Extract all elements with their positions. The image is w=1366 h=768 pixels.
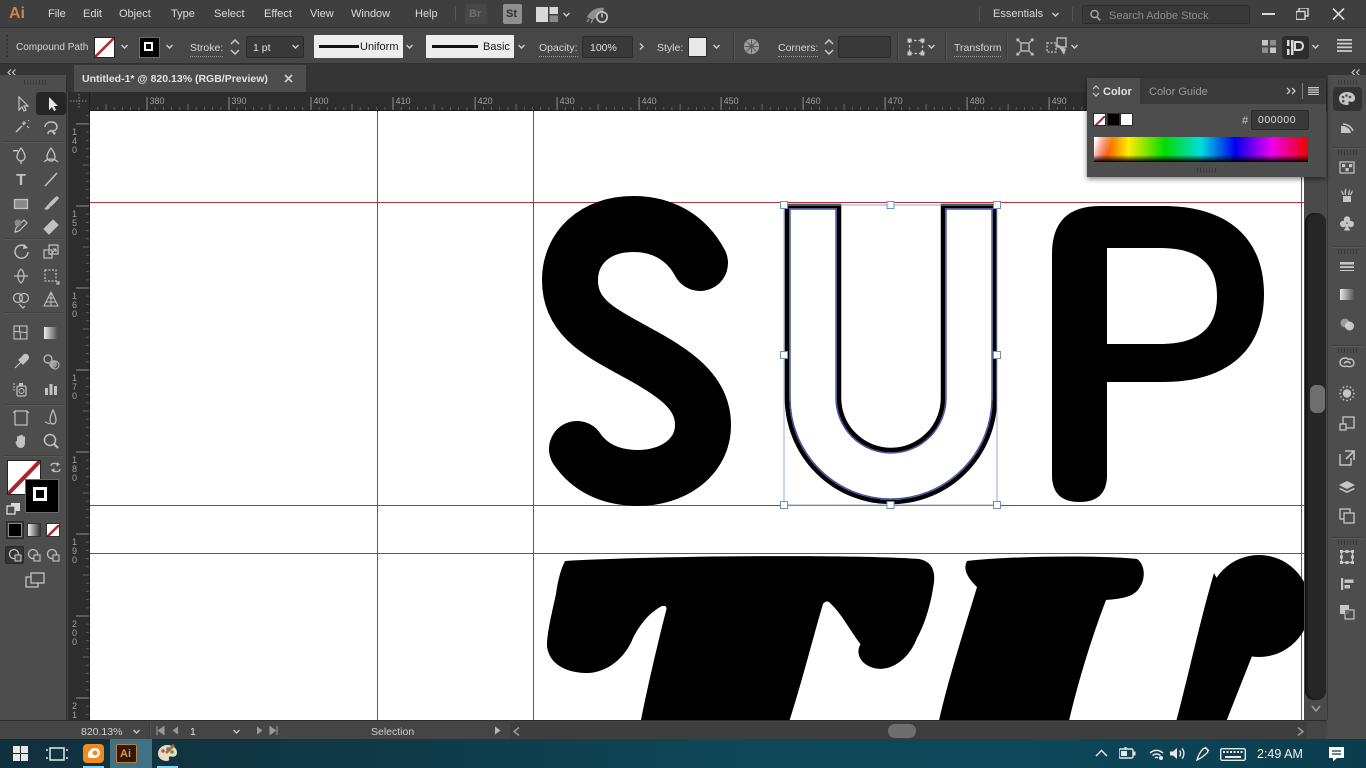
svg-text:0: 0 (72, 391, 77, 401)
svg-text:460: 460 (806, 96, 821, 106)
svg-text:410: 410 (396, 96, 411, 106)
svg-text:0: 0 (72, 555, 77, 565)
svg-text:420: 420 (478, 96, 493, 106)
svg-text:0: 0 (72, 473, 77, 483)
svg-text:T: T (16, 172, 26, 189)
svg-text:470: 470 (888, 96, 903, 106)
svg-text:400: 400 (314, 96, 329, 106)
svg-text:380: 380 (150, 96, 165, 106)
svg-text:0: 0 (72, 637, 77, 647)
svg-text:0: 0 (72, 309, 77, 319)
svg-text:0: 0 (72, 227, 77, 237)
svg-text:0: 0 (72, 145, 77, 155)
svg-text:480: 480 (970, 96, 985, 106)
svg-text:490: 490 (1052, 96, 1067, 106)
svg-text:440: 440 (642, 96, 657, 106)
svg-text:430: 430 (560, 96, 575, 106)
svg-text:450: 450 (724, 96, 739, 106)
svg-text:390: 390 (232, 96, 247, 106)
